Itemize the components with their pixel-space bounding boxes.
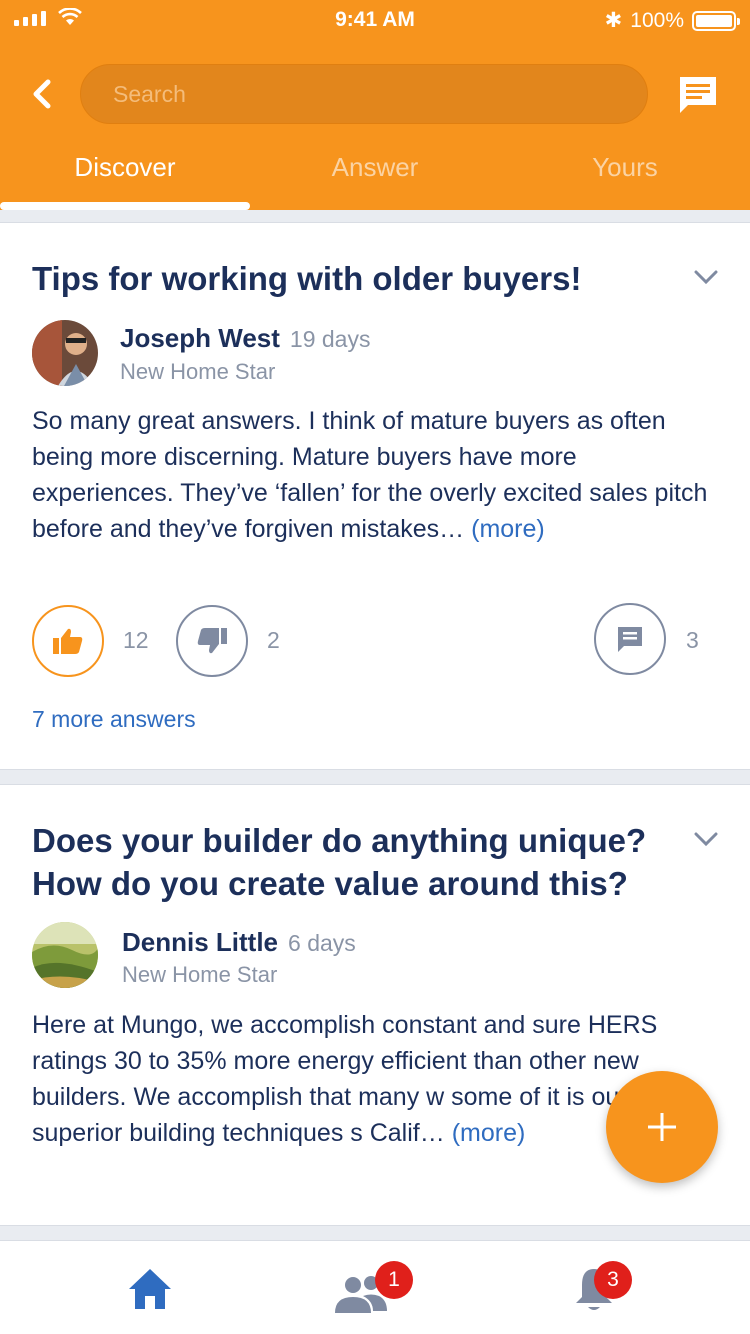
status-right-group: ✱ 100%: [604, 8, 740, 33]
avatar[interactable]: [32, 922, 98, 988]
search-bar[interactable]: [80, 64, 648, 124]
home-icon[interactable]: [125, 1265, 175, 1315]
status-bar: 9:41 AM ✱ 100%: [0, 0, 750, 40]
bluetooth-icon: ✱: [604, 9, 623, 32]
search-input[interactable]: [81, 65, 647, 123]
comment-count: 3: [686, 627, 699, 653]
tab-bar: Discover Answer Yours: [0, 140, 750, 210]
downvote-button[interactable]: [176, 605, 248, 677]
author-name[interactable]: Dennis Little: [122, 927, 278, 957]
tab-yours[interactable]: Yours: [500, 140, 750, 210]
post-title[interactable]: Tips for working with older buyers!: [32, 257, 672, 300]
avatar-photo: [32, 320, 98, 386]
answer-text[interactable]: So many great answers. I think of mature…: [32, 403, 712, 547]
downvote-count: 2: [267, 627, 280, 653]
message-icon[interactable]: [676, 73, 720, 117]
more-link[interactable]: (more): [452, 1119, 526, 1147]
battery-icon: [692, 10, 740, 31]
tab-discover[interactable]: Discover: [0, 140, 250, 210]
chevron-down-icon[interactable]: [694, 831, 718, 847]
app-header: 9:41 AM ✱ 100% Discover Answer Yours: [0, 0, 750, 210]
answer-body: Here at Mungo, we accomplish constant an…: [32, 1011, 658, 1147]
plus-icon: [648, 1113, 676, 1141]
back-arrow-icon[interactable]: [26, 74, 62, 114]
author-name[interactable]: Joseph West: [120, 323, 280, 353]
people-badge: 1: [375, 1261, 413, 1299]
tab-label: Discover: [74, 152, 176, 182]
tab-label: Yours: [592, 152, 658, 182]
thumbs-up-icon: [53, 628, 83, 654]
post-age: 19 days: [289, 326, 371, 352]
author-line: Joseph West 19 days: [120, 323, 370, 354]
author-role: New Home Star: [120, 359, 276, 384]
post-title[interactable]: Does your builder do anything unique? Ho…: [32, 819, 682, 905]
author-line: Dennis Little 6 days: [122, 927, 356, 958]
more-answers-link[interactable]: 7 more answers: [32, 706, 196, 733]
answer-body: So many great answers. I think of mature…: [32, 407, 708, 543]
notifications-badge: 3: [594, 1261, 632, 1299]
active-tab-indicator: [0, 202, 250, 210]
bottom-nav: 1 3: [0, 1240, 750, 1334]
chevron-down-icon[interactable]: [694, 269, 718, 285]
upvote-button[interactable]: [32, 605, 104, 677]
battery-percent: 100%: [630, 8, 684, 32]
thumbs-down-icon: [197, 628, 227, 654]
tab-label: Answer: [331, 152, 419, 182]
tab-answer[interactable]: Answer: [250, 140, 500, 210]
post-age: 6 days: [288, 930, 356, 956]
comment-button[interactable]: [594, 603, 666, 675]
author-role: New Home Star: [122, 962, 278, 987]
add-question-button[interactable]: [606, 1071, 718, 1183]
upvote-count: 12: [123, 627, 149, 653]
avatar[interactable]: [32, 320, 98, 386]
post-card: Tips for working with older buyers! Jose…: [0, 222, 750, 770]
avatar-photo: [32, 922, 98, 988]
comment-icon: [618, 627, 642, 652]
more-link[interactable]: (more): [471, 515, 545, 543]
